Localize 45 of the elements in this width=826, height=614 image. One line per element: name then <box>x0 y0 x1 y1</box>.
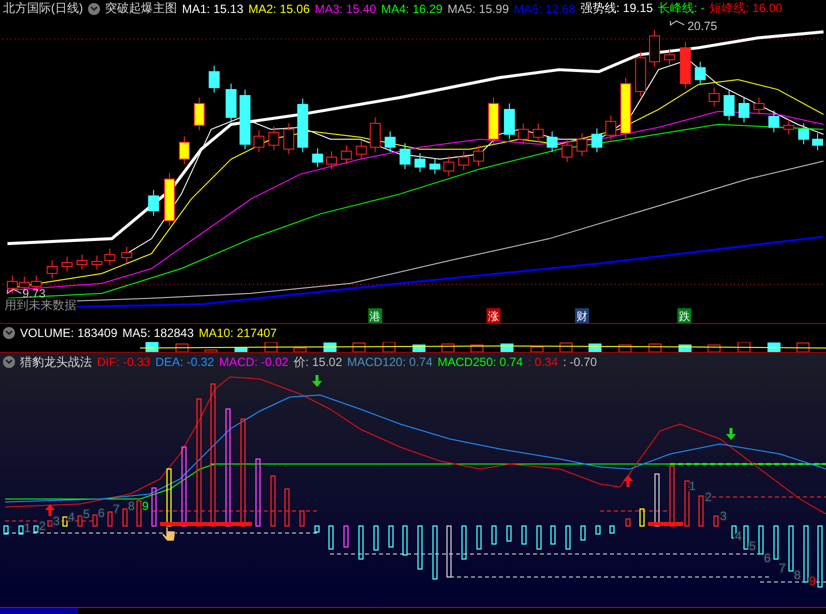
legend-value: MA4: 16.29 <box>381 2 442 16</box>
count-label: 2 <box>39 519 46 534</box>
count-label: 5 <box>749 539 756 554</box>
legend-value: MA6: 12.68 <box>514 2 576 16</box>
low-price-label: 9.73 <box>22 286 46 300</box>
legend-value: : 0.34 <box>528 355 558 370</box>
legend-value: DIF: -0.33 <box>97 355 150 370</box>
legend-value: MA5: 182843 <box>122 326 194 340</box>
count-label: 4 <box>735 529 742 544</box>
count-label: 5 <box>83 507 90 522</box>
indicator-name: 突破起爆主图 <box>105 0 177 18</box>
legend-value: : -0.70 <box>562 355 597 370</box>
legend-value: MACD: -0.02 <box>219 355 288 370</box>
count-label: 6 <box>98 506 105 520</box>
count-label: 1 <box>689 479 696 494</box>
count-label: 3 <box>720 509 727 524</box>
legend-value: MA1: 15.13 <box>182 2 244 16</box>
count-label: 7 <box>113 502 120 516</box>
legend-value: DEA: -0.32 <box>155 355 214 370</box>
event-marker[interactable]: 财 <box>575 308 589 324</box>
legend-value: MACD250: 0.74 <box>438 355 523 370</box>
legend-value: 长峰线: - <box>658 0 705 18</box>
count-label: 7 <box>779 561 786 576</box>
legend-value: VOLUME: 183409 <box>20 326 118 340</box>
legend-value: MA5: 15.99 <box>448 2 509 16</box>
legend-value: MA10: 217407 <box>198 326 277 340</box>
count-label: 9 <box>809 574 816 588</box>
count-label: 6 <box>764 551 771 566</box>
legend-value: MA2: 15.06 <box>248 2 310 16</box>
legend-value: MA3: 15.40 <box>314 2 376 16</box>
count-label: 8 <box>794 568 801 582</box>
count-label: 1 <box>24 521 31 536</box>
legend-value: 价: 15.02 <box>293 354 342 371</box>
chart-title: 北方国际(日线) <box>3 0 83 18</box>
legend-value: MACD120: 0.74 <box>347 355 433 370</box>
event-marker[interactable]: 跌 <box>677 308 692 324</box>
event-marker[interactable]: 港 <box>368 308 382 324</box>
legend-value: 短峰线: 16.00 <box>710 0 782 18</box>
count-label: 8 <box>128 499 135 514</box>
panel-title: 猎豹龙头战法 <box>20 354 92 371</box>
count-label: 4 <box>68 510 75 524</box>
event-marker[interactable]: 涨 <box>486 308 500 324</box>
high-price-label: 20.75 <box>687 18 718 33</box>
legend-value: 强势线: 19.15 <box>580 0 653 18</box>
count-label: 9 <box>142 499 149 514</box>
